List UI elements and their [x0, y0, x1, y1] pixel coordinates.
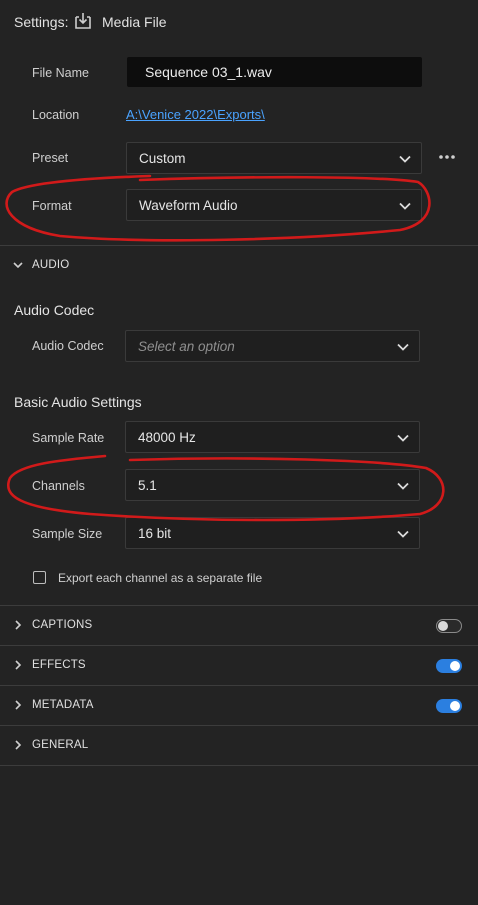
export-download-icon[interactable]: [74, 12, 92, 30]
section-header-captions[interactable]: CAPTIONS: [32, 619, 92, 631]
sample-rate-select[interactable]: 48000 Hz: [125, 421, 420, 453]
channels-label: Channels: [32, 479, 85, 493]
chevron-down-icon: [397, 343, 409, 351]
preset-select[interactable]: Custom: [126, 142, 422, 174]
audio-codec-group-title: Audio Codec: [14, 302, 95, 318]
divider: [0, 645, 478, 646]
more-options-icon[interactable]: [438, 150, 456, 164]
sample-size-select[interactable]: 16 bit: [125, 517, 420, 549]
divider: [0, 605, 478, 606]
sample-size-value: 16 bit: [138, 526, 172, 541]
section-header-audio[interactable]: AUDIO: [32, 259, 69, 271]
chevron-down-icon: [399, 202, 411, 210]
audio-codec-select[interactable]: Select an option: [125, 330, 420, 362]
format-value: Waveform Audio: [139, 198, 238, 213]
export-each-channel-label: Export each channel as a separate file: [58, 571, 263, 585]
section-header-metadata[interactable]: METADATA: [32, 699, 94, 711]
audio-codec-label: Audio Codec: [32, 339, 104, 353]
audio-codec-placeholder: Select an option: [138, 339, 235, 354]
section-header-effects[interactable]: EFFECTS: [32, 659, 86, 671]
chevron-down-icon: [399, 155, 411, 163]
format-label: Format: [32, 199, 72, 213]
chevron-right-icon[interactable]: [12, 619, 24, 631]
divider: [0, 725, 478, 726]
chevron-down-icon: [397, 482, 409, 490]
effects-toggle[interactable]: [436, 659, 462, 673]
sample-rate-label: Sample Rate: [32, 431, 105, 445]
export-each-channel-checkbox[interactable]: [33, 571, 46, 584]
chevron-down-icon: [397, 530, 409, 538]
divider: [0, 245, 478, 246]
preset-label: Preset: [32, 151, 69, 165]
location-label: Location: [32, 108, 80, 122]
file-name-value: Sequence 03_1.wav: [145, 64, 272, 80]
file-name-label: File Name: [32, 66, 89, 80]
divider: [0, 685, 478, 686]
format-select[interactable]: Waveform Audio: [126, 189, 422, 221]
chevron-right-icon[interactable]: [12, 739, 24, 751]
media-file-title: Media File: [102, 14, 167, 30]
sample-size-label: Sample Size: [32, 527, 103, 541]
divider: [0, 765, 478, 766]
chevron-down-icon[interactable]: [12, 259, 24, 271]
chevron-right-icon[interactable]: [12, 659, 24, 671]
chevron-down-icon: [397, 434, 409, 442]
basic-audio-settings-title: Basic Audio Settings: [14, 394, 142, 410]
sample-rate-value: 48000 Hz: [138, 430, 196, 445]
preset-value: Custom: [139, 151, 186, 166]
captions-toggle[interactable]: [436, 619, 462, 633]
settings-label: Settings:: [14, 14, 69, 30]
file-name-input[interactable]: Sequence 03_1.wav: [127, 57, 422, 87]
channels-value: 5.1: [138, 478, 157, 493]
location-link[interactable]: A:\Venice 2022\Exports\: [126, 107, 265, 122]
channels-select[interactable]: 5.1: [125, 469, 420, 501]
chevron-right-icon[interactable]: [12, 699, 24, 711]
metadata-toggle[interactable]: [436, 699, 462, 713]
section-header-general[interactable]: GENERAL: [32, 739, 88, 751]
